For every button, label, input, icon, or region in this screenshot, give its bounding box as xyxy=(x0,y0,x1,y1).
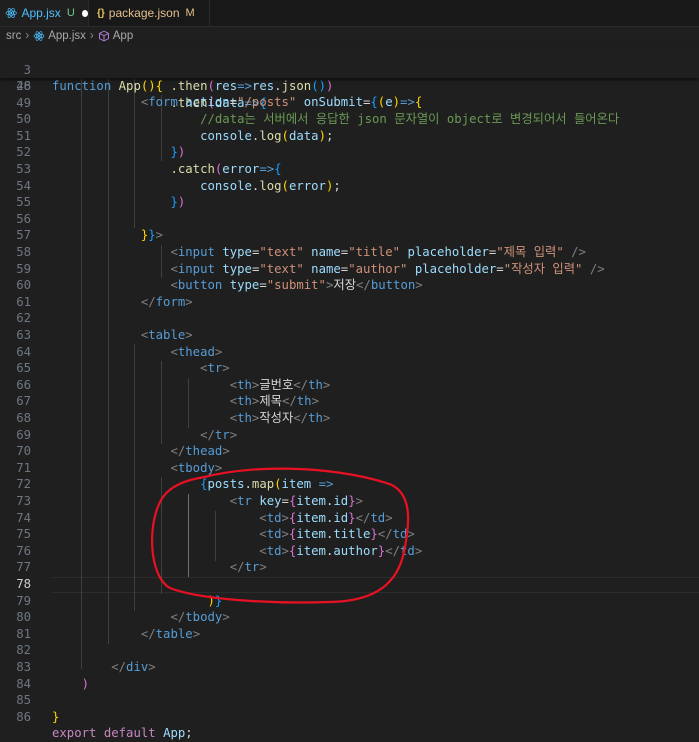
modified-badge: M xyxy=(185,7,195,19)
code-line[interactable]: 80 </tbody> xyxy=(0,609,699,626)
chevron-right-icon: › xyxy=(89,29,94,42)
code-line[interactable]: 77 </tr> xyxy=(0,559,699,576)
untracked-badge: U xyxy=(66,7,75,19)
code-line[interactable]: 57 }}> xyxy=(0,227,699,244)
editor-tab-bar: App.jsx U {} package.json M xyxy=(0,0,699,27)
chevron-right-icon: › xyxy=(25,29,30,42)
code-line[interactable]: 79 )} xyxy=(0,593,699,610)
code-line[interactable]: 67 <th>제목</th> xyxy=(0,393,699,410)
code-line[interactable]: 64 <thead> xyxy=(0,344,699,361)
react-icon xyxy=(33,30,45,41)
code-line[interactable]: 26 <form action="/posts" onSubmit={(e)=>… xyxy=(0,61,699,110)
code-text: <form action="/posts" onSubmit={(e)=>{ xyxy=(140,95,423,110)
code-line[interactable]: 62 xyxy=(0,310,699,327)
code-line[interactable]: 3 function App(){ xyxy=(0,45,699,94)
tab-label: package.json xyxy=(108,6,180,20)
code-line[interactable]: 50 //data는 서버에서 응답한 json 문자열이 object로 변경… xyxy=(0,111,699,128)
tab-label: App.jsx xyxy=(21,6,61,20)
code-line[interactable]: 54 console.log(error); xyxy=(0,178,699,195)
code-line[interactable]: 82 xyxy=(0,642,699,659)
code-line[interactable]: export default App; xyxy=(0,725,699,742)
code-line[interactable]: 51 console.log(data); xyxy=(0,128,699,145)
code-line[interactable]: 75 <td>{item.title}</td> xyxy=(0,526,699,543)
code-line[interactable]: 59 <input type="text" name="author" plac… xyxy=(0,261,699,278)
code-line[interactable]: 85 xyxy=(0,692,699,709)
code-line[interactable]: 56 xyxy=(0,211,699,228)
sticky-scroll-header: 3 function App(){ 26 <form action="/post… xyxy=(0,44,699,110)
code-line[interactable]: 65 <tr> xyxy=(0,360,699,377)
tab-package-json[interactable]: {} package.json M xyxy=(89,0,210,26)
code-line[interactable]: 86} xyxy=(0,709,699,726)
breadcrumb-file[interactable]: App.jsx xyxy=(48,30,86,42)
code-line[interactable]: 61 </form> xyxy=(0,294,699,311)
code-text: function App(){ xyxy=(52,79,164,94)
code-line[interactable]: 52 }) xyxy=(0,144,699,161)
code-line[interactable]: 74 <td>{item.id}</td> xyxy=(0,510,699,527)
unsaved-dot-icon[interactable] xyxy=(81,9,88,17)
json-icon: {} xyxy=(97,7,105,19)
breadcrumb: src › App.jsx › App xyxy=(0,27,699,44)
code-line[interactable]: 81 </table> xyxy=(0,626,699,643)
react-icon xyxy=(5,8,17,18)
code-line[interactable]: 72 {posts.map(item => xyxy=(0,476,699,493)
code-line[interactable]: 69 </tr> xyxy=(0,427,699,444)
code-line[interactable]: 71 <tbody> xyxy=(0,460,699,477)
code-line-current[interactable]: 78 xyxy=(0,576,699,593)
code-line[interactable]: 60 <button type="submit">저장</button> xyxy=(0,277,699,294)
code-line[interactable]: 70 </thead> xyxy=(0,443,699,460)
breadcrumb-symbol[interactable]: App xyxy=(113,30,133,42)
code-line[interactable]: 58 <input type="text" name="title" place… xyxy=(0,244,699,261)
code-line[interactable]: 68 <th>작성자</th> xyxy=(0,410,699,427)
code-line[interactable]: 66 <th>글번호</th> xyxy=(0,377,699,394)
code-line[interactable]: 53 .catch(error=>{ xyxy=(0,161,699,178)
code-line[interactable]: 76 <td>{item.author}</td> xyxy=(0,543,699,560)
code-line[interactable]: 83 </div> xyxy=(0,659,699,676)
code-line[interactable]: 55 }) xyxy=(0,194,699,211)
code-line[interactable]: 63 <table> xyxy=(0,327,699,344)
code-line[interactable]: 73 <tr key={item.id}> xyxy=(0,493,699,510)
breadcrumb-src[interactable]: src xyxy=(6,30,21,42)
code-line[interactable]: 84 ) xyxy=(0,676,699,693)
tab-app-jsx[interactable]: App.jsx U xyxy=(0,0,89,26)
symbol-component-icon xyxy=(98,30,109,41)
